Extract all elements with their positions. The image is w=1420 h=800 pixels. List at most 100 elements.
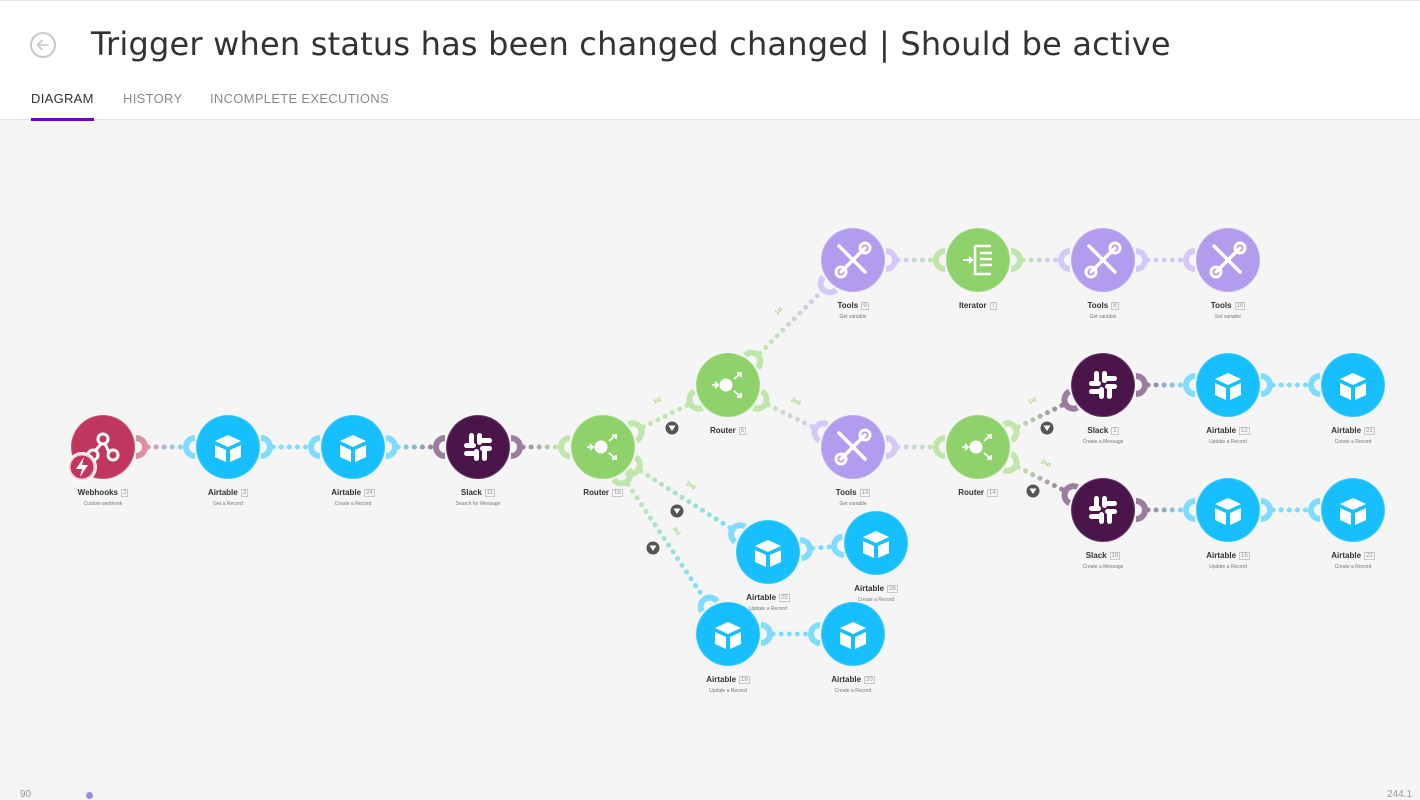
module-tools-10[interactable] [1196,228,1260,292]
module-number: 20 [864,676,875,684]
filter-icon[interactable] [646,541,660,555]
module-label: Tools 9 [793,301,913,310]
module-number: 11 [484,489,496,497]
connection-line[interactable] [742,274,839,371]
module-number: 18 [1109,552,1121,560]
module-tools-8[interactable] [1071,228,1135,292]
tab-incomplete-executions[interactable]: INCOMPLETE EXECUTIONS [210,91,389,121]
module-number: 14 [987,489,998,497]
module-number: 2 [120,489,129,497]
module-name: Router [958,488,985,497]
module-circle[interactable] [947,229,1009,291]
connection-line[interactable] [1135,498,1196,522]
module-action: Update a Record [709,688,747,694]
module-action: Get variable [839,314,867,320]
module-router-14[interactable] [946,415,1010,479]
module-label: Router 5 [668,426,788,435]
module-airtable-15[interactable] [1196,478,1260,542]
module-circle[interactable] [1072,354,1134,416]
module-name: Webhooks [77,488,118,497]
module-airtable-21[interactable] [1321,353,1385,417]
route-label: 1st [1028,397,1038,406]
module-name: Router [583,488,610,497]
module-label: Airtable 22 [1293,551,1413,560]
module-label: Airtable 19 [668,675,788,684]
module-label: Iterator 7 [918,301,1038,310]
connection-line[interactable] [885,435,946,459]
module-circle[interactable] [1072,479,1134,541]
module-airtable-12[interactable] [1196,353,1260,417]
module-action: Set variable [1214,314,1242,320]
module-action: Get a Record [213,501,243,507]
module-airtable-24[interactable] [321,415,385,479]
connection-line[interactable] [260,435,321,459]
module-number: 1 [1111,427,1119,435]
module-number: 21 [1364,427,1375,435]
module-tools-13[interactable] [821,415,885,479]
module-name: Airtable [1206,426,1237,435]
module-name: Router [709,426,736,435]
route-label: 2nd [790,397,802,407]
module-circle[interactable] [447,416,509,478]
module-slack-11[interactable] [446,415,510,479]
module-number: 26 [887,585,898,593]
module-label: Tools 13 [793,488,913,497]
module-name: Tools [1087,301,1109,310]
connection-line[interactable] [1260,373,1321,397]
route-label: 1st [774,306,784,316]
connection-line[interactable] [135,435,196,459]
module-action: Create a Message [1082,439,1124,445]
module-tools-9[interactable] [821,228,885,292]
connection-line[interactable] [510,435,571,459]
filter-icon[interactable] [670,504,684,518]
module-label: Router 14 [918,488,1038,497]
connection-line[interactable] [1135,373,1196,397]
module-action: Create a Message [1082,564,1124,570]
module-number: 22 [1364,552,1375,560]
module-name: Airtable [1206,551,1237,560]
module-name: Slack [1087,426,1109,435]
connection-line[interactable] [1010,248,1071,272]
route-label: 3rd [671,526,681,537]
module-number: 7 [989,302,997,310]
module-airtable-22[interactable] [1321,478,1385,542]
scenario-canvas[interactable]: 1st 2nd 3rd 1st 2nd 1st 2nd [0,121,1420,796]
module-label: Airtable 3 [168,488,288,497]
connection-line[interactable] [1260,498,1321,522]
module-slack-18[interactable] [1071,478,1135,542]
connection-line[interactable] [624,454,747,545]
module-number: 24 [364,489,375,497]
module-slack-1[interactable] [1071,353,1135,417]
module-label: Slack 18 [1043,551,1163,560]
module-action: Update a Record [1209,564,1247,570]
module-action: Create a Record [1334,439,1372,445]
module-number: 19 [739,676,750,684]
module-action: Create a Record [1334,564,1372,570]
module-name: Tools [1210,301,1232,310]
module-airtable-20[interactable] [821,602,885,666]
module-airtable-25[interactable] [736,520,800,584]
module-iterator-7[interactable] [946,228,1010,292]
module-router-5[interactable] [696,353,760,417]
module-router-16[interactable] [571,415,635,479]
tab-diagram[interactable]: DIAGRAM [31,91,94,121]
connection-line[interactable] [385,435,446,459]
module-airtable-26[interactable] [844,511,908,575]
connection-line[interactable] [760,622,821,646]
connection-line[interactable] [799,533,845,562]
module-label: Airtable 26 [816,584,936,593]
module-action: Create a Record [834,688,872,694]
module-airtable-3[interactable] [196,415,260,479]
module-action: Get variable [1089,314,1117,320]
tab-history[interactable]: HISTORY [123,91,182,121]
connection-line[interactable] [1135,248,1196,272]
connection-line[interactable] [885,248,946,272]
zoom-min-label: 90 [20,789,32,800]
module-name: Tools [837,301,859,310]
back-button[interactable] [30,32,56,58]
module-name: Airtable [1331,551,1362,560]
page-title: Trigger when status has been changed cha… [91,25,1171,63]
module-name: Iterator [959,301,987,310]
scenario-diagram: 1st 2nd 3rd 1st 2nd 1st 2nd [67,228,1385,666]
module-label: Router 16 [543,488,663,497]
